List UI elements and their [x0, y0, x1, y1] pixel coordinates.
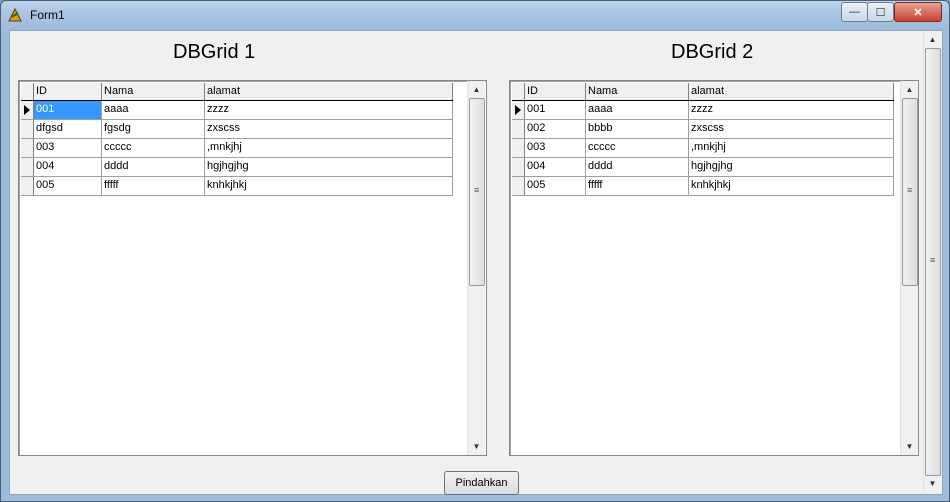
table-row[interactable]: 005 fffff knhkjhkj [21, 177, 453, 196]
grid1-body: 001 aaaa zzzz dfgsd fgsdg zxscss 003 ccc… [21, 101, 453, 196]
grid2-body: 001 aaaa zzzz 002 bbbb zxscss 003 ccccc … [512, 101, 894, 196]
grip-icon: ≡ [930, 255, 936, 265]
table-cell[interactable]: bbbb [586, 120, 689, 138]
app-window: Form1 — ☐ ✕ DBGrid 1 DBGrid 2 ID Nama al… [0, 0, 950, 502]
table-cell[interactable]: hgjhgjhg [205, 158, 453, 176]
row-indicator [21, 139, 34, 157]
table-row[interactable]: 005 fffff knhkjhkj [512, 177, 894, 196]
grid1-header: ID Nama alamat [21, 83, 453, 101]
app-icon [8, 7, 22, 22]
table-cell[interactable]: aaaa [102, 101, 205, 119]
current-row-arrow-icon [24, 105, 30, 115]
table-cell[interactable]: 003 [525, 139, 586, 157]
form-client-area: DBGrid 1 DBGrid 2 ID Nama alamat 001 aaa… [9, 30, 943, 495]
table-cell[interactable]: zxscss [205, 120, 453, 138]
maximize-icon: ☐ [875, 6, 886, 19]
table-row[interactable]: 004 dddd hgjhgjhg [21, 158, 453, 177]
row-indicator [512, 139, 525, 157]
window-title: Form1 [30, 8, 65, 22]
scrollbar-thumb[interactable]: ≡ [469, 98, 485, 286]
scroll-up-icon[interactable]: ▲ [468, 81, 485, 98]
scroll-down-icon[interactable]: ▼ [901, 438, 918, 455]
grid2-heading: DBGrid 2 [671, 41, 754, 63]
table-cell[interactable]: knhkjhkj [689, 177, 894, 195]
table-cell[interactable]: dddd [102, 158, 205, 176]
table-cell[interactable]: fffff [102, 177, 205, 195]
close-icon: ✕ [913, 6, 923, 19]
table-cell[interactable]: zzzz [689, 101, 894, 119]
column-header-nama[interactable]: Nama [586, 83, 689, 100]
pindahkan-button[interactable]: Pindahkan [444, 471, 519, 495]
grid1-vertical-scrollbar[interactable]: ▲ ≡ ▼ [467, 81, 485, 455]
scroll-down-icon[interactable]: ▼ [468, 438, 485, 455]
table-row[interactable]: 003 ccccc ,mnkjhj [512, 139, 894, 158]
row-indicator [512, 158, 525, 176]
minimize-button[interactable]: — [841, 2, 868, 22]
table-cell[interactable]: 001 [34, 101, 102, 119]
row-indicator [21, 158, 34, 176]
table-cell[interactable]: ccccc [586, 139, 689, 157]
column-header-alamat[interactable]: alamat [205, 83, 453, 100]
title-bar[interactable]: Form1 — ☐ ✕ [1, 1, 949, 29]
table-row[interactable]: 004 dddd hgjhgjhg [512, 158, 894, 177]
maximize-button[interactable]: ☐ [867, 2, 894, 22]
table-cell[interactable]: aaaa [586, 101, 689, 119]
table-cell[interactable]: 002 [525, 120, 586, 138]
row-indicator [21, 120, 34, 138]
row-indicator [512, 177, 525, 195]
table-row[interactable]: 003 ccccc ,mnkjhj [21, 139, 453, 158]
dbgrid-2[interactable]: ID Nama alamat 001 aaaa zzzz 002 bbbb zx… [509, 80, 919, 456]
table-cell[interactable]: fgsdg [102, 120, 205, 138]
scroll-up-icon[interactable]: ▲ [924, 31, 941, 48]
table-cell[interactable]: dfgsd [34, 120, 102, 138]
row-indicator [21, 177, 34, 195]
table-cell[interactable]: zxscss [689, 120, 894, 138]
table-cell[interactable]: 004 [525, 158, 586, 176]
table-cell[interactable]: 005 [34, 177, 102, 195]
row-indicator [21, 101, 34, 119]
scroll-up-icon[interactable]: ▲ [901, 81, 918, 98]
grip-icon: ≡ [907, 185, 913, 195]
scroll-down-icon[interactable]: ▼ [924, 475, 941, 492]
grid2-header: ID Nama alamat [512, 83, 894, 101]
table-cell[interactable]: ,mnkjhj [205, 139, 453, 157]
scrollbar-thumb[interactable]: ≡ [925, 48, 941, 476]
column-header-nama[interactable]: Nama [102, 83, 205, 100]
minimize-icon: — [849, 6, 860, 18]
table-row[interactable]: 001 aaaa zzzz [512, 101, 894, 120]
table-cell[interactable]: ccccc [102, 139, 205, 157]
table-cell[interactable]: fffff [586, 177, 689, 195]
grip-icon: ≡ [474, 185, 480, 195]
row-indicator [512, 101, 525, 119]
table-cell[interactable]: 001 [525, 101, 586, 119]
grid1-heading: DBGrid 1 [173, 41, 256, 63]
table-cell[interactable]: dddd [586, 158, 689, 176]
form-vertical-scrollbar[interactable]: ▲ ≡ ▼ [923, 31, 941, 492]
dbgrid-1[interactable]: ID Nama alamat 001 aaaa zzzz dfgsd fgsdg… [18, 80, 487, 456]
table-cell[interactable]: 003 [34, 139, 102, 157]
current-row-arrow-icon [515, 105, 521, 115]
close-button[interactable]: ✕ [894, 2, 942, 22]
scrollbar-thumb[interactable]: ≡ [902, 98, 918, 286]
table-row[interactable]: 001 aaaa zzzz [21, 101, 453, 120]
table-row[interactable]: dfgsd fgsdg zxscss [21, 120, 453, 139]
grid2-vertical-scrollbar[interactable]: ▲ ≡ ▼ [900, 81, 918, 455]
column-header-alamat[interactable]: alamat [689, 83, 894, 100]
indicator-header [21, 83, 34, 100]
table-cell[interactable]: 005 [525, 177, 586, 195]
table-row[interactable]: 002 bbbb zxscss [512, 120, 894, 139]
table-cell[interactable]: ,mnkjhj [689, 139, 894, 157]
column-header-id[interactable]: ID [525, 83, 586, 100]
table-cell[interactable]: zzzz [205, 101, 453, 119]
indicator-header [512, 83, 525, 100]
column-header-id[interactable]: ID [34, 83, 102, 100]
table-cell[interactable]: hgjhgjhg [689, 158, 894, 176]
table-cell[interactable]: 004 [34, 158, 102, 176]
table-cell[interactable]: knhkjhkj [205, 177, 453, 195]
row-indicator [512, 120, 525, 138]
